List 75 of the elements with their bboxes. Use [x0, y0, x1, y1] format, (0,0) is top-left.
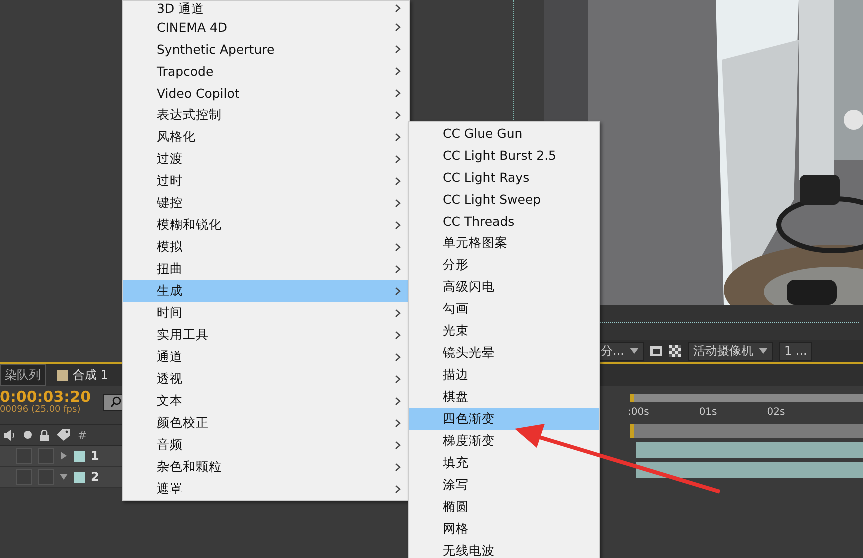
switch-box[interactable] — [38, 448, 54, 464]
layer-number: 2 — [91, 470, 100, 484]
menu-item[interactable]: 分形 — [409, 254, 599, 276]
menu-item[interactable]: 填充 — [409, 452, 599, 474]
switch-box[interactable] — [38, 469, 54, 485]
menu-item[interactable]: 涂写 — [409, 474, 599, 496]
menu-item[interactable]: 生成 — [123, 280, 409, 302]
menu-item[interactable]: Video Copilot — [123, 82, 409, 104]
menu-item[interactable]: 四色渐变 — [409, 408, 599, 430]
menu-item[interactable]: 过时 — [123, 170, 409, 192]
menu-item[interactable]: CC Light Burst 2.5 — [409, 144, 599, 166]
views-dropdown[interactable]: 1 ... — [779, 342, 812, 360]
menu-item[interactable]: 无线电波 — [409, 540, 599, 558]
menu-item[interactable]: 杂色和颗粒 — [123, 456, 409, 478]
menu-item[interactable]: 单元格图案 — [409, 232, 599, 254]
layer-number: 1 — [91, 449, 100, 463]
tag-icon — [57, 429, 70, 441]
lock-icon — [40, 430, 49, 440]
time-navigator-bar[interactable] — [630, 424, 863, 438]
menu-item[interactable]: CC Light Rays — [409, 166, 599, 188]
menu-item[interactable]: Synthetic Aperture — [123, 38, 409, 60]
transparency-grid-icon[interactable] — [669, 345, 682, 357]
menu-item[interactable]: 表达式控制 — [123, 104, 409, 126]
menu-item[interactable]: 高级闪电 — [409, 276, 599, 298]
label-swatch-icon[interactable] — [74, 450, 85, 462]
menu-item[interactable]: 模糊和锐化 — [123, 214, 409, 236]
frame-count: 00096 (25.00 fps) — [0, 405, 82, 415]
timecode[interactable]: 0:00:03:20 — [0, 389, 92, 405]
composition-swatch-icon — [57, 370, 68, 380]
menu-item[interactable]: 镜头光晕 — [409, 342, 599, 364]
menu-item[interactable]: 勾画 — [409, 298, 599, 320]
panel-tab[interactable]: 染队列 — [0, 364, 46, 386]
menu-item[interactable]: 3D 通道 — [123, 1, 409, 16]
menu-item[interactable]: 梯度渐变 — [409, 430, 599, 452]
menu-item[interactable]: 文本 — [123, 390, 409, 412]
menu-item[interactable]: 描边 — [409, 364, 599, 386]
menu-item[interactable]: 键控 — [123, 192, 409, 214]
menu-item[interactable]: CINEMA 4D — [123, 16, 409, 38]
switch-box[interactable] — [16, 469, 32, 485]
caret-icon — [630, 348, 640, 354]
solo-dot-icon — [24, 431, 32, 439]
region-icon[interactable] — [650, 346, 664, 356]
menu-item[interactable]: 光束 — [409, 320, 599, 342]
menu-item[interactable]: 椭圆 — [409, 496, 599, 518]
number-column-header: # — [78, 428, 88, 442]
camera-dropdown[interactable]: 活动摄像机 — [688, 342, 774, 360]
menu-item[interactable]: 实用工具 — [123, 324, 409, 346]
layer-bar[interactable] — [636, 462, 863, 478]
triangle-down-icon[interactable] — [60, 473, 68, 481]
menu-item[interactable]: Trapcode — [123, 60, 409, 82]
work-area-bar[interactable] — [630, 394, 863, 402]
menu-item[interactable]: 网格 — [409, 518, 599, 540]
label-swatch-icon[interactable] — [74, 472, 85, 482]
menu-item[interactable]: CC Light Sweep — [409, 188, 599, 210]
menu-item[interactable]: 过渡 — [123, 148, 409, 170]
menu-item[interactable]: 透视 — [123, 368, 409, 390]
caret-icon — [759, 348, 768, 354]
ruler-label: :00s — [628, 406, 650, 418]
menu-item[interactable]: CC Glue Gun — [409, 122, 599, 144]
menu-item[interactable]: 模拟 — [123, 236, 409, 258]
menu-item[interactable]: 颜色校正 — [123, 412, 409, 434]
menu-item[interactable]: 风格化 — [123, 126, 409, 148]
switch-box[interactable] — [16, 448, 32, 464]
menu-item[interactable]: 时间 — [123, 302, 409, 324]
menu-item[interactable]: 通道 — [123, 346, 409, 368]
menu-item[interactable]: CC Threads — [409, 210, 599, 232]
ruler-label: 01s — [699, 406, 718, 418]
triangle-right-icon[interactable] — [60, 452, 68, 460]
menu-item[interactable]: 扭曲 — [123, 258, 409, 280]
ruler-label: 02s — [767, 406, 786, 418]
speaker-icon — [4, 430, 16, 440]
layer-bar[interactable] — [636, 442, 863, 458]
menu-item[interactable]: 音频 — [123, 434, 409, 456]
menu-item[interactable]: 遮罩 — [123, 478, 409, 500]
menu-item[interactable]: 棋盘 — [409, 386, 599, 408]
